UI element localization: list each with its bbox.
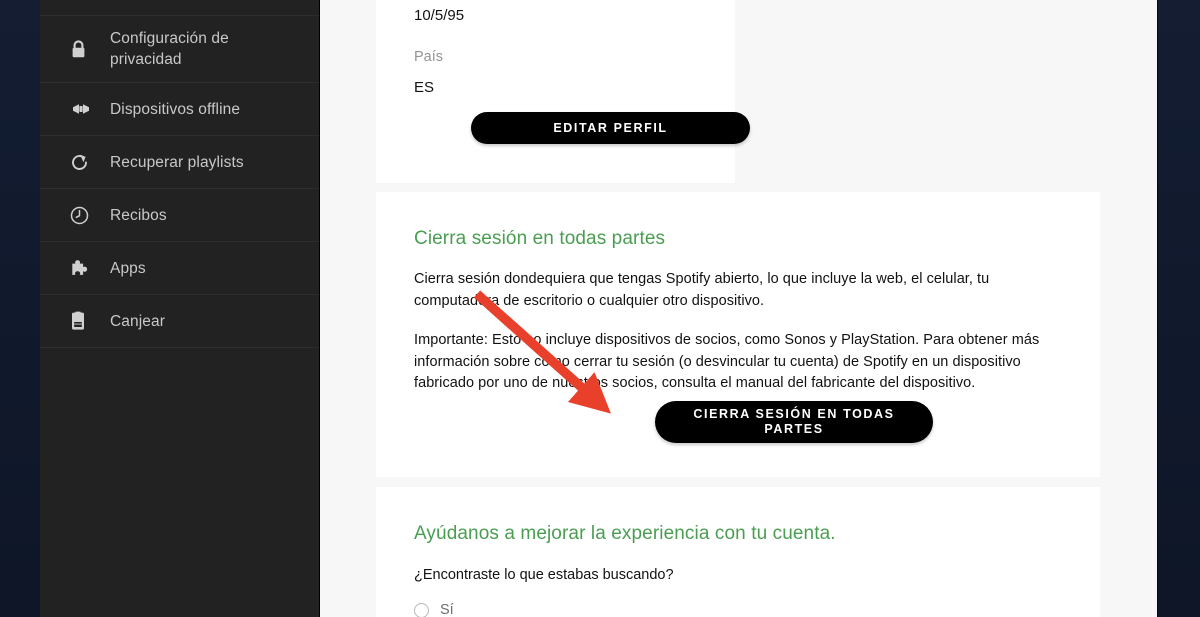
- radio-circle-icon[interactable]: [414, 602, 429, 617]
- birthdate-value: 10/5/95: [414, 7, 465, 24]
- survey-question: ¿Encontraste lo que estabas buscando?: [414, 567, 674, 583]
- puzzle-icon: [70, 259, 96, 278]
- sidebar-item-redeem[interactable]: Canjear: [40, 295, 319, 348]
- restore-icon: [70, 153, 96, 172]
- sidebar-item-label: Recibos: [110, 206, 167, 224]
- sidebar-item-apps[interactable]: Apps: [40, 242, 319, 295]
- sidebar-item-partial-above[interactable]: [40, 0, 319, 16]
- receipt-clock-icon: [70, 206, 96, 225]
- profile-card: 10/5/95 País ES EDITAR PERFIL: [376, 0, 750, 183]
- survey-option-yes[interactable]: Sí: [414, 600, 1062, 617]
- sidebar-item-recover-playlists[interactable]: Recuperar playlists: [40, 136, 319, 189]
- offline-devices-icon: [70, 102, 96, 116]
- redeem-card-icon: [70, 311, 96, 331]
- account-content: 10/5/95 País ES EDITAR PERFIL Cierra ses…: [321, 0, 1157, 617]
- edit-profile-button[interactable]: EDITAR PERFIL: [471, 112, 750, 144]
- screen: Configuración de privacidad Dispositivos…: [0, 0, 1200, 617]
- sidebar-item-label: Recuperar playlists: [110, 153, 244, 171]
- sidebar-empty-area: [40, 362, 319, 617]
- sidebar-item-label: Dispositivos offline: [110, 100, 241, 118]
- sidebar-item-privacy[interactable]: Configuración de privacidad: [40, 16, 319, 83]
- country-value: ES: [414, 79, 435, 96]
- logout-paragraph-2: Importante: Esto no incluye dispositivos…: [414, 332, 1040, 391]
- logout-everywhere-button[interactable]: CIERRA SESIÓN EN TODAS PARTES: [655, 401, 933, 443]
- logout-card-heading: Cierra sesión en todas partes: [414, 228, 666, 249]
- survey-heading: Ayúdanos a mejorar la experiencia con tu…: [414, 523, 836, 544]
- sidebar-item-label: Canjear: [110, 312, 165, 330]
- account-sidebar: Configuración de privacidad Dispositivos…: [40, 0, 320, 617]
- country-label: País: [414, 49, 444, 65]
- sidebar-item-offline-devices[interactable]: Dispositivos offline: [40, 83, 319, 136]
- sidebar-item-label: Configuración de privacidad: [110, 30, 229, 68]
- lock-icon: [70, 39, 96, 59]
- sidebar-item-label: Apps: [110, 259, 146, 277]
- sidebar-item-receipts[interactable]: Recibos: [40, 189, 319, 242]
- desktop-background-left: [0, 0, 40, 617]
- survey-option-label: Sí: [440, 602, 454, 617]
- feedback-survey-card: Ayúdanos a mejorar la experiencia con tu…: [376, 487, 1100, 617]
- logout-everywhere-card: Cierra sesión en todas partes Cierra ses…: [376, 192, 1100, 477]
- desktop-background-right: [1157, 0, 1200, 617]
- logout-paragraph-1: Cierra sesión dondequiera que tengas Spo…: [414, 271, 990, 309]
